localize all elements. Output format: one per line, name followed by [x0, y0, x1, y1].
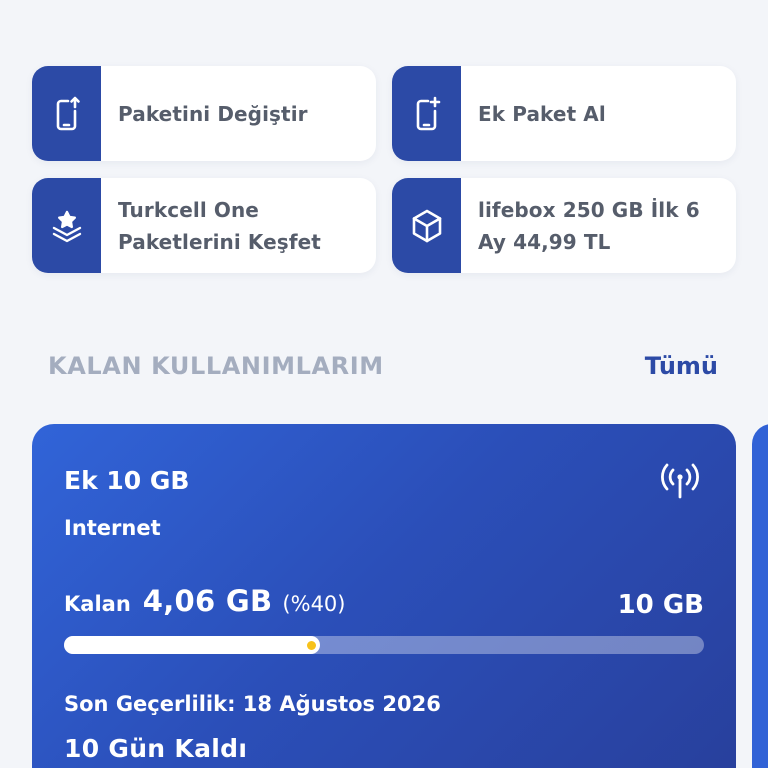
expiry-date: Son Geçerlilik: 18 Ağustos 2026: [64, 692, 441, 716]
signal-antenna-icon: [658, 460, 702, 504]
remaining-usage-title: KALAN KULLANIMLARIM: [48, 352, 384, 380]
package-name: Ek 10 GB: [64, 466, 190, 495]
see-all-link[interactable]: Tümü: [645, 352, 718, 380]
usage-progress-fill: [64, 636, 320, 654]
remaining-label: Kalan: [64, 592, 131, 616]
turkcell-one-label-line-2: Paketlerini Keşfet: [118, 229, 321, 254]
remaining-percent: (%40): [282, 592, 346, 616]
turkcell-one-label-line-1: Turkcell One: [118, 197, 259, 222]
lifebox-offer-card[interactable]: lifebox 250 GB İlk 6 Ay 44,99 TL: [392, 178, 736, 273]
buy-extra-package-label: Ek Paket Al: [478, 101, 606, 126]
change-package-label: Paketini Değiştir: [118, 101, 308, 126]
total-amount: 10 GB: [617, 590, 704, 620]
phone-upload-icon: [32, 66, 101, 161]
days-left: 10 Gün Kaldı: [64, 734, 248, 763]
remaining-amount: 4,06 GB: [142, 584, 273, 618]
lifebox-offer-label-line-1: lifebox 250 GB İlk 6: [478, 197, 700, 222]
usage-progress-marker: [307, 641, 316, 650]
change-package-card[interactable]: Paketini Değiştir: [32, 66, 376, 161]
usage-screen: Paketini Değiştir Ek Paket Al Turkcell O…: [0, 0, 768, 768]
usage-progress-bar: [64, 636, 704, 654]
next-usage-card[interactable]: [752, 424, 768, 768]
star-layers-icon: [32, 178, 101, 273]
phone-add-icon: [392, 66, 461, 161]
usage-card[interactable]: Ek 10 GB Internet Kalan 4,06 GB (%40) 10…: [32, 424, 736, 768]
cube-icon: [392, 178, 461, 273]
turkcell-one-card[interactable]: Turkcell One Paketlerini Keşfet: [32, 178, 376, 273]
package-type: Internet: [64, 516, 161, 540]
buy-extra-package-card[interactable]: Ek Paket Al: [392, 66, 736, 161]
lifebox-offer-label-line-2: Ay 44,99 TL: [478, 229, 611, 254]
